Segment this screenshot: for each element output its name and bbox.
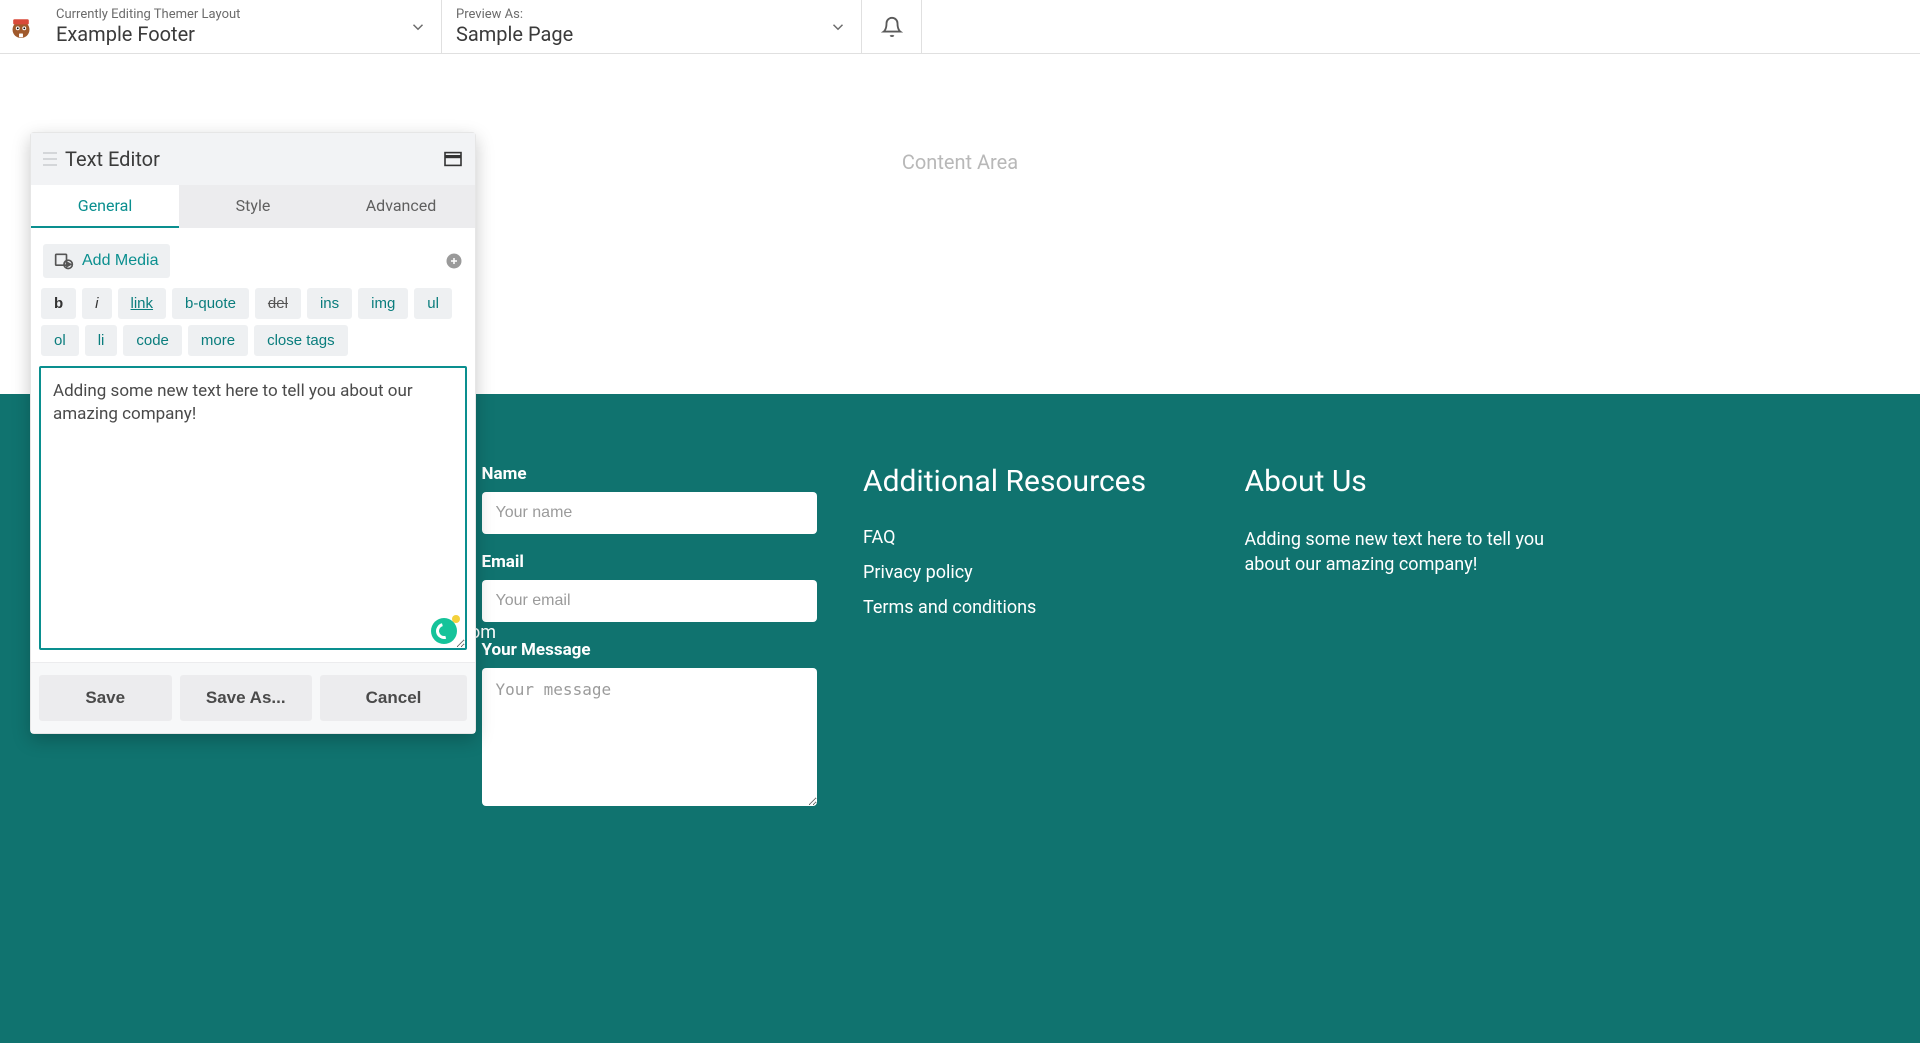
editing-layout-selector[interactable]: Currently Editing Themer Layout Example … (42, 0, 442, 53)
media-icon (54, 251, 74, 271)
chevron-down-icon (829, 18, 847, 36)
top-toolbar: Currently Editing Themer Layout Example … (0, 0, 1920, 54)
quicktags-toolbar: b i link b-quote del ins img ul ol li co… (39, 288, 467, 366)
drag-handle-icon[interactable] (43, 152, 57, 166)
resources-title: Additional Resources (863, 464, 1199, 499)
name-label: Name (482, 464, 818, 484)
qt-li[interactable]: li (85, 325, 118, 356)
text-editor-textarea[interactable] (39, 366, 467, 650)
add-media-button[interactable]: Add Media (43, 244, 170, 278)
footer-resources: Additional Resources FAQ Privacy policy … (863, 464, 1199, 828)
qt-ins[interactable]: ins (307, 288, 352, 319)
email-input[interactable] (482, 580, 818, 622)
preview-value: Sample Page (456, 22, 573, 46)
qt-del[interactable]: del (255, 288, 301, 319)
name-input[interactable] (482, 492, 818, 534)
save-button[interactable]: Save (39, 675, 172, 721)
cancel-button[interactable]: Cancel (320, 675, 467, 721)
footer-contact-form: Name Email Your Message (482, 464, 818, 828)
save-as-button[interactable]: Save As... (180, 675, 313, 721)
editing-value: Example Footer (56, 22, 240, 46)
bell-icon (881, 16, 903, 38)
resources-link[interactable]: Terms and conditions (863, 597, 1199, 618)
qt-ul[interactable]: ul (414, 288, 452, 319)
resources-link[interactable]: FAQ (863, 527, 1199, 548)
tab-general[interactable]: General (31, 185, 179, 228)
qt-img[interactable]: img (358, 288, 408, 319)
qt-bold[interactable]: b (41, 288, 76, 319)
qt-more[interactable]: more (188, 325, 248, 356)
email-label: Email (482, 552, 818, 572)
qt-blockquote[interactable]: b-quote (172, 288, 249, 319)
grammarly-icon[interactable] (431, 618, 457, 644)
footer-about: About Us Adding some new text here to te… (1245, 464, 1581, 828)
maximize-icon[interactable] (443, 151, 463, 167)
about-text: Adding some new text here to tell you ab… (1245, 527, 1581, 577)
add-media-label: Add Media (82, 252, 159, 270)
panel-tabs: General Style Advanced (31, 185, 475, 228)
message-textarea[interactable] (482, 668, 818, 806)
qt-close-tags[interactable]: close tags (254, 325, 348, 356)
editing-label: Currently Editing Themer Layout (56, 7, 240, 22)
about-title: About Us (1245, 464, 1581, 499)
qt-ol[interactable]: ol (41, 325, 79, 356)
toolbar-spacer (922, 0, 1920, 53)
text-editor-panel: Text Editor General Style Advanced Add M… (30, 132, 476, 734)
beaver-logo[interactable] (0, 0, 42, 53)
plus-circle-icon[interactable] (445, 252, 463, 270)
preview-as-selector[interactable]: Preview As: Sample Page (442, 0, 862, 53)
tab-style[interactable]: Style (179, 185, 327, 228)
qt-link[interactable]: link (118, 288, 167, 319)
panel-title: Text Editor (65, 147, 443, 171)
preview-canvas: Content Area om Name Email Your Message (0, 54, 1920, 1043)
resources-link[interactable]: Privacy policy (863, 562, 1199, 583)
qt-italic[interactable]: i (82, 288, 111, 319)
tab-advanced[interactable]: Advanced (327, 185, 475, 228)
panel-header[interactable]: Text Editor (31, 133, 475, 185)
message-label: Your Message (482, 640, 818, 660)
chevron-down-icon (409, 18, 427, 36)
notifications-button[interactable] (862, 0, 922, 53)
panel-actions: Save Save As... Cancel (31, 662, 475, 733)
preview-label: Preview As: (456, 7, 573, 22)
qt-code[interactable]: code (123, 325, 182, 356)
